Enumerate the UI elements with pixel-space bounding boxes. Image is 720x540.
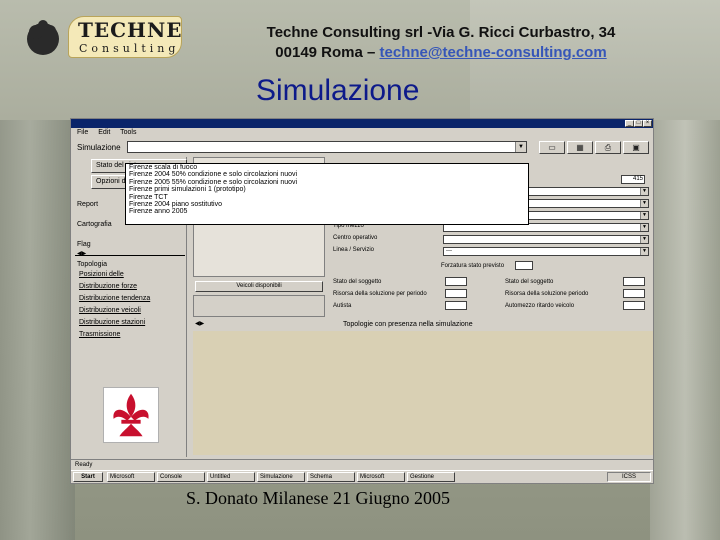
dropdown-item[interactable]: Firenze 2004 50% condizione e solo circo… (126, 171, 528, 178)
address-prefix: 00149 Roma – (275, 44, 380, 61)
taskbar-clock: ICSS (607, 472, 651, 482)
chevron-down-icon[interactable]: ▼ (640, 212, 648, 219)
topology-list-area[interactable] (193, 331, 653, 455)
dropdown-item[interactable]: Firenze 2005 55% condizione e solo circo… (126, 179, 528, 186)
taskbar-item[interactable]: Microsoft (107, 472, 155, 482)
background-photo-right (650, 120, 720, 540)
label-bottom-left-1: Stato del soggetto (333, 279, 382, 285)
open-icon[interactable]: ▣ (623, 141, 649, 154)
maximize-icon[interactable]: □ (634, 120, 643, 127)
background-photo-left (0, 120, 75, 540)
techne-logo: TECHNE Consulting (22, 14, 184, 60)
save-icon[interactable]: ▦ (567, 141, 593, 154)
chevron-down-icon[interactable]: ▼ (640, 188, 648, 195)
label-bottom-right-3: Automezzo ritardo veicolo (505, 303, 575, 309)
taskbar-item[interactable]: Schema (307, 472, 355, 482)
start-button[interactable]: Start (73, 472, 103, 482)
chevron-down-icon[interactable]: ▼ (640, 248, 648, 255)
dropdown-item[interactable]: Firenze 2004 piano sostitutivo (126, 201, 528, 208)
select-linea-servizio[interactable]: --- ▼ (443, 247, 649, 256)
dropdown-item[interactable]: Firenze anno 2005 (126, 208, 528, 215)
label-bottom-right-1: Stato del soggetto (505, 279, 554, 285)
field-bottom-right-1[interactable] (623, 277, 645, 286)
menu-bar: File Edit Tools (71, 128, 653, 138)
simulation-dropdown-list[interactable]: Firenze scala di fuoco Firenze 2004 50% … (125, 163, 529, 225)
menu-file[interactable]: File (77, 129, 88, 136)
logo-mark-icon (27, 20, 59, 55)
taskbar-item[interactable]: Gestione (407, 472, 455, 482)
veicoli-button[interactable]: Veicoli disponibili (195, 281, 323, 292)
simulation-combo[interactable]: ▼ (127, 141, 527, 153)
field-bottom-left-2[interactable] (445, 289, 467, 298)
taskbar-item[interactable]: Untitled (207, 472, 255, 482)
field-bottom-right-2[interactable] (623, 289, 645, 298)
florence-lily-logo (103, 387, 159, 443)
taskbar-item[interactable]: Simulazione (257, 472, 305, 482)
sidebar-item-report[interactable]: Report (77, 201, 98, 208)
minimize-icon[interactable]: _ (625, 120, 634, 127)
company-address-line2: 00149 Roma – techne@techne-consulting.co… (206, 44, 676, 61)
sidebar-divider (75, 255, 185, 256)
chevron-down-icon[interactable]: ▼ (640, 200, 648, 207)
sidebar-link-4[interactable]: Distribuzione veicoli (79, 307, 141, 314)
taskbar-item[interactable]: Microsoft (357, 472, 405, 482)
field-bottom-right-3[interactable] (623, 301, 645, 310)
simulation-selector-row: Simulazione ▼ ▭ ▦ ⎙ ▣ (71, 139, 653, 155)
label-bottom-right-2: Risorsa della soluzione periodo (505, 291, 589, 297)
select-centro-operativo[interactable]: ▼ (443, 235, 649, 244)
dropdown-item[interactable]: Firenze primi simulazioni 1 (prototipo) (126, 186, 528, 193)
app-window: _ □ × File Edit Tools Simulazione ▼ ▭ ▦ … (70, 118, 654, 484)
lower-header: ◀▶ Topologie con presenza nella simulazi… (193, 319, 653, 331)
taskbar: Start Microsoft Console Untitled Simulaz… (71, 470, 653, 483)
status-bar: Ready (71, 459, 653, 469)
taskbar-item[interactable]: Console (157, 472, 205, 482)
field-forzatura[interactable] (515, 261, 533, 270)
label-bottom-left-3: Autista (333, 303, 352, 309)
menu-tools[interactable]: Tools (120, 129, 136, 136)
middle-lower-box (193, 295, 325, 317)
dropdown-item[interactable]: Firenze TCT (126, 194, 528, 201)
sidebar-link-3[interactable]: Distribuzione tendenza (79, 295, 150, 302)
close-icon[interactable]: × (643, 120, 652, 127)
sidebar-link-1[interactable]: Posizioni delle (79, 271, 124, 278)
sidebar-section-title: Topologia (77, 261, 107, 268)
sidebar-link-6[interactable]: Trasmissione (79, 331, 120, 338)
new-icon[interactable]: ▭ (539, 141, 565, 154)
email-link[interactable]: techne@techne-consulting.com (380, 44, 607, 61)
label-bottom-left-2: Risorsa della soluzione per periodo (333, 291, 427, 297)
print-icon[interactable]: ⎙ (595, 141, 621, 154)
logo-sub-text: Consulting (79, 42, 180, 55)
company-address-line1: Techne Consulting srl -Via G. Ricci Curb… (266, 24, 616, 41)
select-linea-value: --- (446, 248, 452, 254)
menu-edit[interactable]: Edit (98, 129, 110, 136)
chevron-down-icon[interactable]: ▼ (515, 142, 526, 152)
collapse-arrow-icon[interactable]: ◀▶ (195, 320, 204, 327)
label-forzatura: Forzatura stato previsto (441, 263, 505, 269)
dropdown-item[interactable]: Firenze scala di fuoco (126, 164, 528, 171)
fleur-de-lis-icon (113, 393, 149, 437)
footer-date: S. Donato Milanese 21 Giugno 2005 (186, 488, 450, 508)
logo-main-text: TECHNE (78, 18, 183, 42)
label-centro-operativo: Centro operativo (333, 235, 378, 241)
sidebar-item-flag[interactable]: Flag (77, 241, 91, 248)
sidebar-link-5[interactable]: Distribuzione stazioni (79, 319, 145, 326)
field-bottom-left-1[interactable] (445, 277, 467, 286)
label-linea-servizio: Linea / Servizio (333, 247, 375, 253)
sidebar-item-cartografia[interactable]: Cartografia (77, 221, 112, 228)
slide-title: Simulazione (256, 74, 420, 107)
chevron-down-icon[interactable]: ▼ (640, 236, 648, 243)
lower-title: Topologie con presenza nella simulazione (343, 321, 473, 328)
sidebar-link-2[interactable]: Distribuzione forze (79, 283, 137, 290)
simulation-label: Simulazione (77, 143, 121, 152)
window-titlebar: _ □ × (71, 119, 653, 128)
field-bottom-left-3[interactable] (445, 301, 467, 310)
field-numeric[interactable]: 415 (621, 175, 645, 184)
chevron-down-icon[interactable]: ▼ (640, 224, 648, 231)
